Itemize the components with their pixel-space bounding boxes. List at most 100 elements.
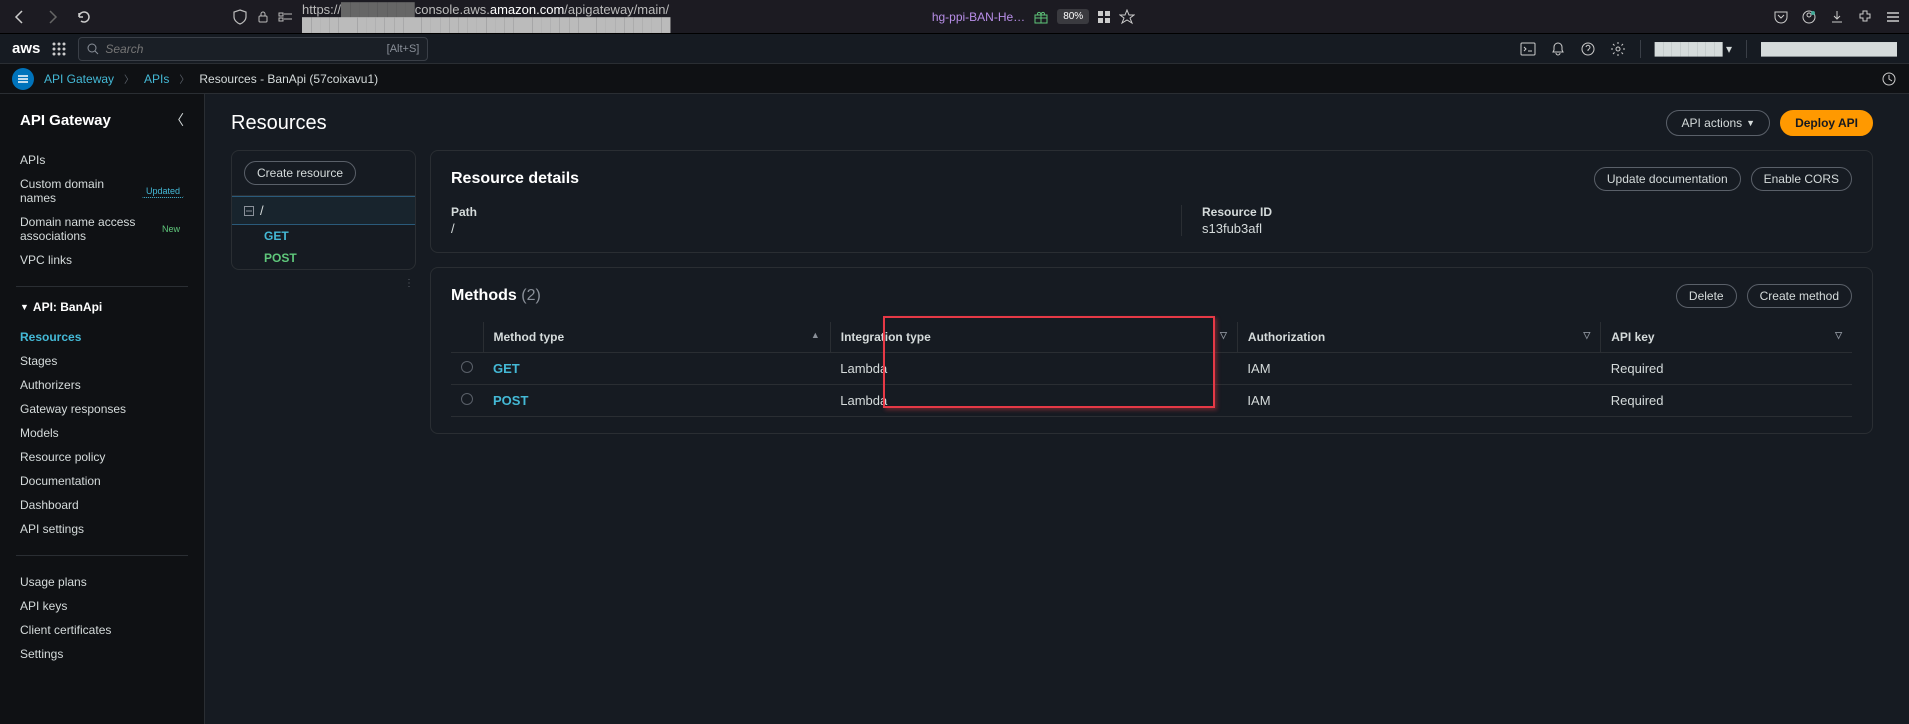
sidebar-item-label: Documentation	[20, 474, 101, 488]
delete-method-button[interactable]: Delete	[1676, 284, 1737, 308]
sort-icon: ▽	[1835, 330, 1842, 341]
sidebar-item-dashboard[interactable]: Dashboard	[0, 493, 204, 517]
sidebar-item-usage-plans[interactable]: Usage plans	[0, 570, 204, 594]
lock-icon[interactable]	[256, 10, 270, 24]
pocket-icon[interactable]	[1773, 9, 1789, 25]
minus-box-icon	[244, 206, 254, 216]
sidebar-item-label: Gateway responses	[20, 402, 126, 416]
sidebar-item-settings[interactable]: Settings	[0, 642, 204, 666]
col-method-type[interactable]: Method type▲	[483, 322, 830, 353]
method-node-post[interactable]: POST	[232, 247, 415, 269]
sidebar-item-label: Dashboard	[20, 498, 79, 512]
cell-integration: Lambda	[830, 385, 1237, 417]
sidebar-item-vpc-links[interactable]: VPC links	[0, 248, 204, 272]
extension-text[interactable]: hg-ppi-BAN-He…	[932, 10, 1025, 24]
sidebar-item-label: Stages	[20, 354, 57, 368]
col-api-key[interactable]: API key▽	[1601, 322, 1852, 353]
chevron-right-icon: 〉	[179, 71, 189, 86]
api-actions-button[interactable]: API actions ▼	[1666, 110, 1770, 136]
col-authorization[interactable]: Authorization▽	[1237, 322, 1600, 353]
radio-select[interactable]	[461, 361, 473, 373]
sidebar-item-gateway-responses[interactable]: Gateway responses	[0, 397, 204, 421]
region-selector[interactable]: ████████ ▾	[1655, 42, 1732, 56]
resource-details-card: Resource details Update documentation En…	[430, 150, 1873, 253]
browser-toolbar: https://████████console.aws.amazon.com/a…	[0, 0, 1909, 34]
download-icon[interactable]	[1829, 9, 1845, 25]
sidebar-item-resources[interactable]: Resources	[0, 325, 204, 349]
resource-node-root[interactable]: /	[232, 196, 415, 225]
bell-icon[interactable]	[1550, 41, 1566, 57]
sidebar-item-custom-domain-names[interactable]: Custom domain namesUpdated	[0, 172, 204, 210]
breadcrumb-apis[interactable]: APIs	[144, 72, 169, 86]
deploy-api-button[interactable]: Deploy API	[1780, 110, 1873, 136]
col-integration-type[interactable]: Integration type▽	[830, 322, 1237, 353]
sidebar-item-resource-policy[interactable]: Resource policy	[0, 445, 204, 469]
sidebar-toggle[interactable]	[12, 68, 34, 90]
method-link[interactable]: POST	[493, 393, 528, 408]
page-title: Resources	[231, 112, 327, 135]
create-resource-button[interactable]: Create resource	[244, 161, 356, 185]
sidebar-item-label: API settings	[20, 522, 84, 536]
aws-logo[interactable]: aws	[12, 40, 40, 57]
resource-path-label: /	[260, 203, 264, 218]
sidebar-item-label: Settings	[20, 647, 63, 661]
permissions-icon[interactable]	[278, 9, 294, 25]
help-icon[interactable]	[1580, 41, 1596, 57]
sidebar-item-label: APIs	[20, 153, 45, 167]
grid-icon[interactable]	[1097, 10, 1111, 24]
method-node-get[interactable]: GET	[232, 225, 415, 247]
shield-icon[interactable]	[232, 9, 248, 25]
sidebar-item-models[interactable]: Models	[0, 421, 204, 445]
search-shortcut-hint: [Alt+S]	[387, 43, 420, 55]
cell-integration: Lambda	[830, 353, 1237, 385]
search-box[interactable]: [Alt+S]	[78, 37, 428, 61]
sidebar-item-label: API keys	[20, 599, 67, 613]
sidebar-item-label: Resource policy	[20, 450, 105, 464]
url-blur: ████████	[341, 2, 415, 17]
radio-select[interactable]	[461, 393, 473, 405]
sort-icon: ▽	[1220, 330, 1227, 341]
star-icon[interactable]	[1119, 9, 1135, 25]
zoom-badge[interactable]: 80%	[1057, 9, 1089, 24]
table-row: GETLambdaIAMRequired	[451, 353, 1852, 385]
back-button[interactable]	[8, 5, 32, 29]
sidebar-item-documentation[interactable]: Documentation	[0, 469, 204, 493]
cell-authorization: IAM	[1237, 385, 1600, 417]
update-documentation-button[interactable]: Update documentation	[1594, 167, 1741, 191]
sidebar-item-apis[interactable]: APIs	[0, 148, 204, 172]
create-method-button[interactable]: Create method	[1747, 284, 1852, 308]
extensions-icon[interactable]	[1857, 9, 1873, 25]
forward-button[interactable]	[40, 5, 64, 29]
methods-title-text: Methods	[451, 287, 517, 304]
search-input[interactable]	[105, 42, 380, 56]
api-actions-label: API actions	[1681, 116, 1742, 130]
resize-handle-icon[interactable]: ⋮	[404, 278, 414, 289]
url-text[interactable]: https://████████console.aws.amazon.com/a…	[302, 2, 924, 32]
url-host: console.aws.	[415, 2, 490, 17]
resource-id-value: s13fub3afl	[1202, 221, 1852, 236]
sidebar-item-stages[interactable]: Stages	[0, 349, 204, 373]
services-grid-icon[interactable]	[52, 42, 66, 56]
sidebar-title: API Gateway	[20, 112, 111, 129]
cloudshell-icon[interactable]	[1520, 41, 1536, 57]
collapse-icon[interactable]: 〈	[170, 110, 184, 130]
account-icon[interactable]	[1801, 9, 1817, 25]
sidebar-item-api-settings[interactable]: API settings	[0, 517, 204, 541]
resource-id-label: Resource ID	[1202, 205, 1852, 219]
sidebar-item-domain-name-access-associations[interactable]: Domain name access associationsNew	[0, 210, 204, 248]
menu-icon[interactable]	[1885, 9, 1901, 25]
sidebar-item-label: Models	[20, 426, 59, 440]
sidebar-item-client-certificates[interactable]: Client certificates	[0, 618, 204, 642]
api-tree-header[interactable]: ▼ API: BanApi	[0, 295, 204, 319]
reload-button[interactable]	[72, 5, 96, 29]
method-link[interactable]: GET	[493, 361, 520, 376]
recent-icon[interactable]	[1881, 71, 1897, 87]
breadcrumb-api-gateway[interactable]: API Gateway	[44, 72, 114, 86]
sidebar-item-authorizers[interactable]: Authorizers	[0, 373, 204, 397]
gift-icon[interactable]	[1033, 9, 1049, 25]
enable-cors-button[interactable]: Enable CORS	[1751, 167, 1852, 191]
gear-icon[interactable]	[1610, 41, 1626, 57]
sidebar-item-api-keys[interactable]: API keys	[0, 594, 204, 618]
resource-details-title: Resource details	[451, 170, 579, 188]
account-selector[interactable]: ████████████████	[1761, 42, 1897, 56]
